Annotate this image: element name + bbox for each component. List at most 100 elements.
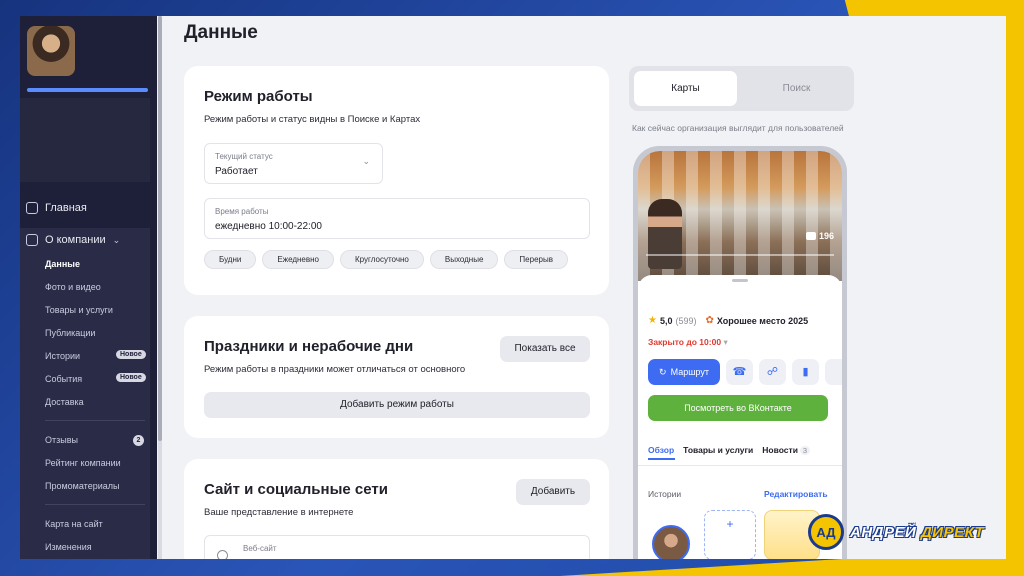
story-avatar[interactable]	[652, 525, 690, 559]
website-social-card: Сайт и социальные сети Ваше представлени…	[184, 459, 609, 559]
chevron-down-icon: ⌄	[362, 156, 370, 166]
route-button[interactable]: ↻ Маршрут	[648, 359, 720, 385]
camera-icon	[805, 232, 816, 240]
new-badge: Новое	[116, 373, 146, 382]
rating-count: (599)	[675, 315, 697, 326]
sidebar-item-label: О компании	[45, 234, 106, 246]
chip-weekends[interactable]: Выходные	[429, 250, 499, 269]
tab-maps[interactable]: Карты	[634, 71, 737, 106]
field-label: Текущий статус	[215, 152, 273, 161]
chip-daily[interactable]: Ежедневно	[262, 250, 334, 269]
sidebar-item-reviews[interactable]: Отзывы	[45, 435, 78, 445]
sidebar-item-promo[interactable]: Промоматериалы	[45, 481, 119, 491]
sidebar-item-site-map[interactable]: Карта на сайт	[45, 519, 103, 529]
field-value: ежедневно 10:00-22:00	[215, 221, 322, 232]
vk-button[interactable]: Посмотреть во ВКонтакте	[648, 395, 828, 421]
page-title: Данные	[184, 22, 258, 43]
route-icon: ↻	[659, 366, 667, 377]
sheet-handle[interactable]	[732, 279, 748, 282]
photo-person	[648, 199, 682, 269]
field-label: Веб-сайт	[243, 544, 277, 553]
chevron-down-icon: ▾	[723, 337, 728, 347]
tab-search[interactable]: Поиск	[745, 71, 848, 106]
sidebar-divider	[45, 420, 145, 421]
preview-caption: Как сейчас организация выглядит для поль…	[632, 123, 844, 133]
brand-text: АНДРЕЙ ДИРЕКТ	[850, 524, 984, 541]
sidebar-blank-card	[20, 98, 150, 182]
more-icon[interactable]	[825, 359, 842, 385]
phone-icon[interactable]: ☎	[726, 359, 753, 385]
show-all-button[interactable]: Показать все	[500, 336, 590, 362]
place-tab-goods[interactable]: Товары и услуги	[683, 445, 753, 455]
globe-icon[interactable]: ☍	[759, 359, 786, 385]
sidebar-item-changes[interactable]: Изменения	[45, 542, 92, 552]
stories-edit-link[interactable]: Редактировать	[764, 489, 828, 499]
document-icon	[26, 234, 38, 246]
chevron-down-icon: ⌄	[112, 234, 121, 245]
add-story-button[interactable]: +	[704, 510, 756, 559]
chip-24h[interactable]: Круглосуточно	[340, 250, 424, 269]
sidebar: Главная О компании ⌄ Данные Фото и видео…	[20, 16, 157, 559]
card-subtitle: Режим работы и статус видны в Поиске и К…	[204, 114, 421, 125]
working-time-field[interactable]: Время работы ежедневно 10:00-22:00	[204, 198, 590, 239]
place-tabs: Обзор Товары и услуги Новости 3	[648, 445, 811, 455]
working-hours-card: Режим работы Режим работы и статус видны…	[184, 66, 609, 295]
field-label: Время работы	[215, 207, 269, 216]
brand-watermark: АД АНДРЕЙ ДИРЕКТ	[808, 514, 984, 550]
closed-status: Закрыто до 10:00 ▾	[648, 337, 728, 348]
rating-row: ★ 5,0 (599) ✿ Хорошее место 2025	[648, 315, 808, 326]
card-title: Праздники и нерабочие дни	[204, 338, 414, 355]
tabs-divider	[638, 465, 842, 466]
add-mode-button[interactable]: Добавить режим работы	[204, 392, 590, 418]
star-icon: ★	[648, 315, 657, 326]
brand-word-2: ДИРЕКТ	[920, 523, 985, 541]
sidebar-item-rating[interactable]: Рейтинг компании	[45, 458, 121, 468]
photo-count: 196	[805, 231, 834, 241]
award-icon: ✿	[705, 315, 714, 326]
chip-weekdays[interactable]: Будни	[204, 250, 257, 269]
holidays-card: Праздники и нерабочие дни Режим работы в…	[184, 316, 609, 438]
profile-progress-bar	[27, 88, 148, 92]
award-text: Хорошее место 2025	[716, 315, 809, 326]
phone-screen: 196 ★ 5,0 (599) ✿ Хорошее место 2025 Зак…	[638, 151, 842, 559]
schedule-chips: Будни Ежедневно Круглосуточно Выходные П…	[204, 250, 568, 269]
reviews-count-badge: 2	[133, 435, 144, 446]
main-content: Данные Режим работы Режим работы и стату…	[162, 16, 1006, 559]
route-label: Маршрут	[670, 367, 709, 377]
card-title: Сайт и социальные сети	[204, 481, 388, 498]
place-tab-overview[interactable]: Обзор	[648, 445, 674, 455]
home-icon	[26, 202, 38, 214]
card-subtitle: Ваше представление в интернете	[204, 507, 354, 518]
bookmark-icon[interactable]: ▮	[792, 359, 819, 385]
add-button[interactable]: Добавить	[516, 479, 590, 505]
news-count: 3	[799, 446, 811, 455]
photo-count-value: 196	[818, 231, 834, 241]
sidebar-item-publications[interactable]: Публикации	[45, 328, 95, 338]
brand-logo: АД	[808, 514, 844, 550]
chip-break[interactable]: Перерыв	[504, 250, 568, 269]
photo-progress	[646, 254, 834, 256]
phone-preview: 196 ★ 5,0 (599) ✿ Хорошее место 2025 Зак…	[633, 146, 847, 559]
sidebar-item-label: Главная	[45, 202, 87, 214]
sidebar-item-about[interactable]: О компании ⌄	[26, 234, 120, 246]
sidebar-item-events[interactable]: События	[45, 374, 82, 384]
place-tab-news[interactable]: Новости 3	[762, 445, 811, 455]
sidebar-item-stories[interactable]: Истории	[45, 351, 80, 361]
globe-icon	[217, 550, 228, 559]
status-select[interactable]: Текущий статус Работает ⌄	[204, 143, 383, 184]
sidebar-item-photo-video[interactable]: Фото и видео	[45, 282, 101, 292]
card-subtitle: Режим работы в праздники может отличатьс…	[204, 364, 466, 375]
sidebar-about-section	[20, 228, 150, 559]
new-badge: Новое	[116, 350, 146, 359]
brand-word-1: АНДРЕЙ	[850, 523, 917, 541]
sidebar-item-data[interactable]: Данные	[45, 259, 80, 269]
active-tab-indicator	[648, 458, 675, 460]
sidebar-item-home[interactable]: Главная	[26, 202, 87, 214]
sidebar-item-goods[interactable]: Товары и услуги	[45, 305, 113, 315]
company-avatar[interactable]	[27, 26, 75, 76]
sidebar-item-delivery[interactable]: Доставка	[45, 397, 84, 407]
field-value: Работает	[215, 166, 258, 177]
place-photo[interactable]: 196	[638, 151, 842, 281]
website-field[interactable]: Веб-сайт	[204, 535, 590, 559]
app-window: Главная О компании ⌄ Данные Фото и видео…	[20, 16, 1006, 559]
